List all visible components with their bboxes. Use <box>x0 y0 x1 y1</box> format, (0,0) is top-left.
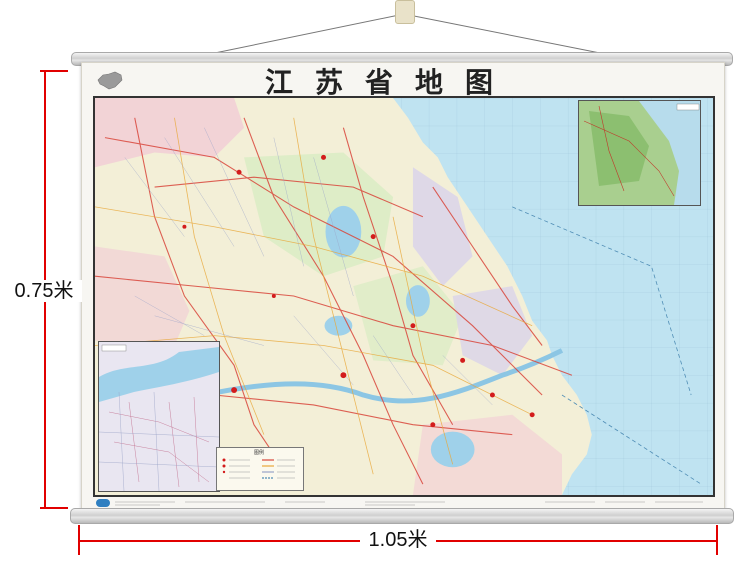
map-title: 江苏省地图 <box>264 66 515 99</box>
height-dimension-top-tick <box>40 70 68 72</box>
height-dimension-bottom-tick <box>40 507 68 509</box>
width-dimension-left-tick <box>78 525 80 555</box>
width-dimension-right-tick <box>716 525 718 555</box>
inset-left-graphic <box>99 342 219 491</box>
inset-map-left[interactable] <box>98 341 220 492</box>
footer-fine-print <box>115 501 703 506</box>
china-outline-icon <box>97 71 123 90</box>
inset-map-right[interactable] <box>578 100 701 206</box>
width-label: 1.05米 <box>360 528 436 552</box>
legend-symbols <box>222 458 295 479</box>
height-label: 0.75米 <box>6 280 82 302</box>
legend-title: 图例 <box>253 450 264 456</box>
inset-right-graphic <box>579 101 700 205</box>
bottom-rod <box>70 508 734 524</box>
hanger-hook <box>395 0 415 24</box>
publisher-logo-icon <box>96 499 110 507</box>
